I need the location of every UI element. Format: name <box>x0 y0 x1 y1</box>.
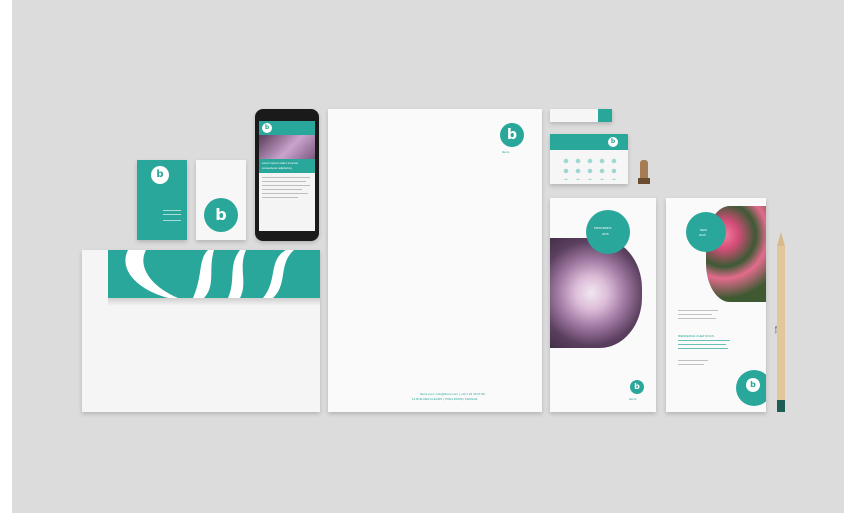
brand-logo-icon: b <box>630 380 644 394</box>
letterhead-footer-line-2: 12 RUE DES FLEURS | 75001 PARIS | FRANCE <box>412 397 478 401</box>
rubber-stamp <box>638 160 650 186</box>
brand-logo-icon: b <box>262 123 272 133</box>
stamp-grid <box>560 156 620 180</box>
phone-text-line <box>262 193 308 194</box>
business-card-front: b <box>137 160 187 240</box>
rack-card-text-line <box>678 364 704 365</box>
strip-accent <box>598 109 612 122</box>
brand-logo-icon: b <box>215 205 227 224</box>
rack-card-text-line <box>678 348 728 349</box>
envelope <box>82 250 320 412</box>
rack-card-roses: NEW 2015 BIENVENUE CHEZ NOUS b <box>666 198 766 412</box>
pencil-end <box>777 400 785 412</box>
rack-card-2-body-heading: BIENVENUE CHEZ NOUS <box>678 334 714 338</box>
rack-card-text-line <box>678 314 712 315</box>
phone-text-line <box>262 197 298 198</box>
rack-card-text-line <box>678 360 708 361</box>
card-text-line <box>163 210 181 211</box>
brand-logo-icon: b <box>500 123 524 147</box>
card-text-line <box>163 214 181 215</box>
phone-screen: b Lorem ipsum dolor sit amet consectetur… <box>259 121 315 231</box>
pencil-tip <box>777 232 785 246</box>
phone-text-line <box>262 189 302 190</box>
brand-logo-icon: b <box>151 166 169 184</box>
brand-logo-icon: b <box>746 378 760 392</box>
pencil-label: fleurs <box>774 326 778 334</box>
rack-card-1-badge-line-1: PRINTEMPS <box>594 226 612 230</box>
phone-text-line <box>262 181 306 182</box>
phone-flower-photo <box>259 135 315 159</box>
flower-photo <box>550 238 642 348</box>
envelope-brush-pattern <box>125 250 294 298</box>
rack-card-1-brand-name: fleurs <box>629 397 637 401</box>
envelope-flap <box>108 250 320 298</box>
letterhead: b fleurs fleurs.com | info@fleurs.com | … <box>328 109 542 412</box>
pencil-body: fleurs <box>774 246 785 400</box>
smartphone: b Lorem ipsum dolor sit amet consectetur… <box>255 109 319 241</box>
stationery-mockup-scene: b b b Lorem ipsum dolor sit amet consect… <box>12 0 844 513</box>
stamp-base <box>638 178 650 184</box>
badge-scallop <box>686 212 726 252</box>
rack-card-text-line <box>678 344 726 345</box>
loyalty-card-header: b <box>550 134 628 150</box>
rack-card-2-badge-line-1: NEW <box>700 228 707 232</box>
card-text-line <box>163 220 181 221</box>
rack-card-1-badge-line-2: 2015 <box>602 232 609 236</box>
business-card-back: b <box>196 160 246 240</box>
phone-subheading: consectetur adipiscing <box>262 166 292 170</box>
pencil: fleurs <box>774 232 785 412</box>
rack-card-text-line <box>678 310 718 311</box>
phone-text-line <box>262 177 310 178</box>
phone-heading-block: Lorem ipsum dolor sit amet consectetur a… <box>259 159 315 173</box>
gift-tag-strip <box>550 109 612 122</box>
letterhead-footer-line-1: fleurs.com | info@fleurs.com | +33 1 23 … <box>420 392 485 396</box>
brand-logo-icon: b <box>608 137 618 147</box>
stamp-handle <box>640 160 648 178</box>
phone-header: b <box>259 121 315 135</box>
rack-card-text-line <box>678 318 716 319</box>
envelope-flap-shadow <box>108 298 320 306</box>
phone-text-line <box>262 185 310 186</box>
letterhead-brand-name: fleurs <box>502 150 510 154</box>
rack-card-flower: PRINTEMPS 2015 b fleurs <box>550 198 656 412</box>
rack-card-2-badge-line-2: 2015 <box>699 233 706 237</box>
rack-card-text-line <box>678 340 730 341</box>
phone-heading: Lorem ipsum dolor sit amet <box>262 161 299 165</box>
loyalty-card: b <box>550 134 628 184</box>
